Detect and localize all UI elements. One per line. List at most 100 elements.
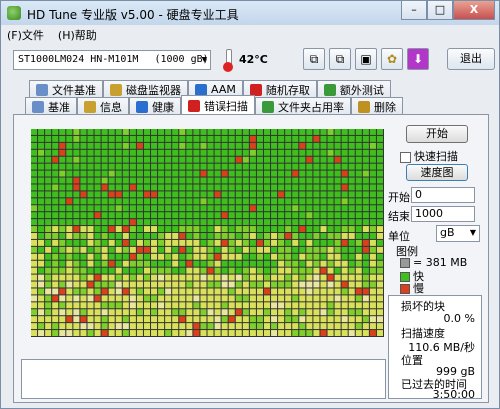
block-cell (271, 274, 278, 281)
block-cell (80, 295, 87, 302)
block-cell (151, 219, 158, 226)
tab-delete[interactable]: 删除 (351, 97, 403, 115)
block-cell (278, 309, 285, 316)
block-cell (320, 135, 327, 142)
block-cell (158, 149, 165, 156)
block-cell (38, 233, 45, 239)
block-cell (228, 288, 235, 295)
minimize-button[interactable]: – (401, 1, 427, 20)
menu-file[interactable]: (F)文件 (7, 27, 44, 43)
block-cell (376, 205, 383, 212)
copy-info-button[interactable]: ⧉ (303, 48, 325, 70)
block-cell (172, 260, 179, 267)
block-cell (299, 316, 306, 323)
block-cell (313, 177, 320, 184)
close-button[interactable]: X (453, 1, 495, 20)
block-cell (292, 309, 299, 316)
block-cell (73, 226, 80, 232)
block-cell (369, 288, 376, 295)
download-button[interactable]: ⬇ (407, 48, 429, 70)
block-cell (151, 253, 158, 260)
tab-disk-monitor[interactable]: 磁盘监视器 (103, 80, 188, 98)
block-cell (214, 177, 221, 184)
block-cell (228, 239, 235, 246)
block-cell (38, 302, 45, 309)
log-area[interactable] (21, 359, 386, 399)
block-cell (193, 129, 200, 135)
options-button[interactable]: ✿ (381, 48, 403, 70)
maximize-button[interactable]: □ (427, 1, 453, 20)
block-cell (207, 219, 214, 226)
thermometer-icon (223, 49, 233, 72)
block-cell (193, 253, 200, 260)
block-cell (228, 219, 235, 226)
block-cell (278, 295, 285, 302)
block-cell (108, 246, 115, 253)
block-cell (292, 226, 299, 232)
quick-scan-checkbox[interactable] (400, 151, 411, 163)
block-cell (207, 316, 214, 323)
speed-map-button[interactable]: 速度图 (406, 164, 468, 181)
block-cell (362, 302, 369, 309)
menu-help[interactable]: (H)帮助 (58, 27, 97, 43)
block-cell (207, 177, 214, 184)
block-cell (369, 191, 376, 198)
copy-screenshot-button[interactable]: ⧉ (329, 48, 351, 70)
start-position-input[interactable]: 0 (411, 187, 475, 203)
block-cell (221, 135, 228, 142)
block-cell (285, 274, 292, 281)
drive-select[interactable]: ST1000LM024 HN-M101M (1000 gB) ▼ (13, 50, 211, 70)
start-button[interactable]: 开始 (406, 125, 468, 143)
block-cell (320, 149, 327, 156)
block-cell (320, 274, 327, 281)
block-cell (242, 274, 249, 281)
block-cell (256, 309, 263, 316)
block-cell (66, 156, 73, 163)
block-cell (200, 129, 207, 135)
block-cell (278, 156, 285, 163)
block-cell (327, 309, 334, 316)
tab-info[interactable]: 信息 (77, 97, 129, 115)
tab-error-scan[interactable]: 错误扫描 (181, 95, 255, 115)
block-cell (235, 281, 242, 288)
block-cell (327, 212, 334, 219)
save-button[interactable]: ▣ (355, 48, 377, 70)
quick-scan-row[interactable]: 快速扫描 (400, 148, 458, 164)
tab-benchmark[interactable]: 基准 (25, 97, 77, 115)
block-cell (80, 198, 87, 205)
tab-extra-tests[interactable]: 额外测试 (316, 80, 391, 98)
position-label: 位置 (401, 354, 423, 367)
exit-button[interactable]: 退出 (447, 48, 495, 70)
block-cell (73, 170, 80, 177)
block-cell (115, 253, 122, 260)
block-cell (376, 316, 383, 323)
block-cell (299, 184, 306, 191)
tab-folder-usage[interactable]: 文件夹占用率 (255, 97, 351, 115)
block-cell (179, 205, 186, 212)
block-cell (228, 191, 235, 198)
block-cell (31, 233, 38, 239)
block-cell (59, 233, 66, 239)
block-cell (369, 226, 376, 232)
block-cell (45, 309, 52, 316)
block-cell (200, 281, 207, 288)
block-cell (52, 253, 59, 260)
block-cell (59, 267, 66, 274)
block-cell (313, 267, 320, 274)
block-cell (285, 233, 292, 239)
unit-select[interactable]: gB ▼ (436, 225, 480, 242)
block-cell (376, 170, 383, 177)
tab-file-benchmark[interactable]: 文件基准 (29, 80, 103, 98)
tab-health-cross[interactable]: 健康 (129, 97, 181, 115)
block-cell (94, 295, 101, 302)
title-bar[interactable]: HD Tune 专业版 v5.00 - 硬盘专业工具 – □ X (1, 1, 499, 25)
block-cell (136, 226, 143, 232)
block-cell (200, 219, 207, 226)
block-cell (348, 316, 355, 323)
block-cell (193, 198, 200, 205)
end-position-input[interactable]: 1000 (411, 206, 475, 222)
block-cell (186, 142, 193, 149)
block-cell (207, 184, 214, 191)
block-cell (158, 233, 165, 239)
block-cell (186, 288, 193, 295)
